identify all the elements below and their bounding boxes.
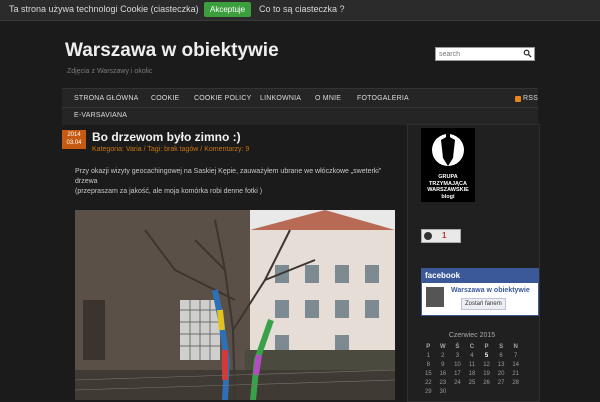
calendar-weekday: P	[426, 343, 431, 350]
calendar-week-row: 15 16 17 18 19 20 21	[421, 369, 523, 378]
nav-item-cookie-policy[interactable]: COOKIE POLICY	[194, 95, 251, 102]
calendar-day: 15	[424, 370, 432, 377]
calendar-day	[508, 387, 523, 396]
calendar-day: 27	[497, 379, 505, 386]
grupa-logo-text: GRUPA TRZYMAJĄCA WARSZAWSKIE blogi	[421, 174, 475, 200]
nav-row: STRONA GŁÓWNA COOKIE COOKIE POLICY LINKO…	[62, 89, 538, 108]
facebook-widget: facebook Warszawa w obiektywie Zostań fa…	[421, 268, 539, 316]
post-body-line: (przepraszam za jakość, ale moja komórka…	[75, 188, 263, 195]
calendar-weekday: S	[499, 343, 504, 350]
post-body: Przy okazji wizyty geocachingowej na Sas…	[75, 167, 393, 197]
calendar-day	[479, 387, 494, 396]
post-date-day: 03.04	[66, 140, 82, 146]
nav-item-about[interactable]: O MNIE	[315, 95, 341, 102]
calendar-weekday: P	[484, 343, 489, 350]
nav-item-e-varsaviana[interactable]: E-VARSAVIANA	[74, 112, 127, 119]
visit-counter[interactable]: 1	[421, 229, 461, 243]
calendar-day: 20	[497, 370, 505, 377]
calendar-day: 6	[499, 352, 503, 359]
calendar-day: 29	[424, 388, 432, 395]
facebook-page-thumbnail[interactable]	[426, 287, 444, 307]
calendar-week-row: 8 9 10 11 12 13 14	[421, 360, 523, 369]
rss-icon[interactable]	[515, 96, 521, 102]
calendar-day: 1	[426, 352, 430, 359]
calendar-day: 9	[441, 361, 445, 368]
grupa-logo[interactable]: GRUPA TRZYMAJĄCA WARSZAWSKIE blogi	[421, 128, 475, 202]
calendar-day: 10	[454, 361, 461, 368]
calendar-day: 21	[512, 370, 520, 377]
search-box	[435, 47, 535, 61]
facebook-like-button[interactable]: Zostań fanem	[461, 298, 506, 310]
calendar-day: 23	[439, 379, 447, 386]
calendar-day: 22	[424, 379, 432, 386]
counter-value: 1	[442, 231, 447, 240]
calendar-day: 28	[512, 379, 520, 386]
calendar-day: 4	[470, 352, 474, 359]
nav-item-home[interactable]: STRONA GŁÓWNA	[74, 95, 138, 102]
nav-item-cookie[interactable]: COOKIE	[151, 95, 179, 102]
warsaw-siren-icon	[432, 130, 464, 166]
post-date-year: 2014	[67, 132, 81, 138]
cookie-notice-text: Ta strona używa technologi Cookie (ciast…	[9, 4, 199, 14]
facebook-page-name[interactable]: Warszawa w obiektywie	[451, 287, 530, 294]
cookie-info-link[interactable]: Co to są ciasteczka ?	[259, 4, 345, 14]
calendar-day: 19	[483, 370, 490, 377]
search-icon[interactable]	[523, 49, 532, 58]
calendar-day: 18	[468, 370, 476, 377]
calendar-weekday: W	[440, 343, 446, 350]
site-tagline: Zdjęcia z Warszawy i okolic	[67, 68, 153, 75]
grupa-logo-line: blogi	[441, 193, 455, 200]
post-date-badge: 2014 03.04	[62, 130, 86, 149]
main-nav: STRONA GŁÓWNA COOKIE COOKIE POLICY LINKO…	[62, 88, 538, 125]
calendar-day	[450, 387, 465, 396]
post-body-line: Przy okazji wizyty geocachingowej na Sas…	[75, 168, 382, 185]
calendar-table: P W Ś C P S N 1 2 3 4 5 6 7 8 9 10 11 12…	[421, 342, 523, 396]
calendar-week-row: 1 2 3 4 5 6 7	[421, 351, 523, 360]
site-title[interactable]: Warszawa w obiektywie	[65, 40, 279, 62]
calendar-week-row: 22 23 24 25 26 27 28	[421, 378, 523, 387]
calendar-day: 24	[454, 379, 461, 386]
calendar-weekday: Ś	[455, 343, 460, 350]
calendar-day	[494, 387, 509, 396]
calendar-day: 7	[514, 352, 518, 359]
accept-cookies-button[interactable]: Akceptuje	[204, 2, 252, 17]
nav-item-fotogaleria[interactable]: FOTOGALERIA	[357, 95, 409, 102]
calendar-day: 12	[483, 361, 490, 368]
calendar-day: 30	[439, 388, 447, 395]
calendar-day: 11	[468, 361, 476, 368]
calendar-week-row: 29 30	[421, 387, 523, 396]
counter-globe-icon	[424, 232, 432, 240]
calendar-day: 16	[439, 370, 447, 377]
nav-item-linkownia[interactable]: LINKOWNIA	[260, 95, 301, 102]
post-title[interactable]: Bo drzewom było zimno :)	[92, 130, 241, 144]
calendar-day: 17	[454, 370, 461, 377]
nav-item-rss[interactable]: RSS	[523, 95, 538, 102]
cookie-bar: Ta strona używa technologi Cookie (ciast…	[0, 0, 600, 21]
calendar-widget: Czerwiec 2015 P W Ś C P S N 1 2 3 4 5 6 …	[421, 332, 523, 396]
calendar-day: 2	[441, 352, 445, 359]
calendar-day: 14	[512, 361, 520, 368]
search-input[interactable]	[439, 48, 519, 60]
post-photo[interactable]	[75, 210, 395, 400]
calendar-weekday-row: P W Ś C P S N	[421, 342, 523, 351]
calendar-day: 13	[497, 361, 505, 368]
post-meta[interactable]: Kategoria: Varia / Tagi: brak tagów / Ko…	[92, 146, 249, 153]
facebook-header: facebook	[422, 269, 538, 283]
calendar-day	[465, 387, 480, 396]
calendar-day: 5	[484, 352, 489, 359]
calendar-day: 25	[468, 379, 476, 386]
calendar-weekday: N	[513, 343, 518, 350]
calendar-caption: Czerwiec 2015	[448, 332, 496, 339]
calendar-weekday: C	[469, 343, 475, 350]
post-photo-drawing	[75, 210, 395, 400]
calendar-day: 26	[483, 379, 490, 386]
calendar-day: 8	[426, 361, 430, 368]
calendar-day: 3	[455, 352, 460, 359]
grupa-logo-line: WARSZAWSKIE	[427, 187, 469, 193]
